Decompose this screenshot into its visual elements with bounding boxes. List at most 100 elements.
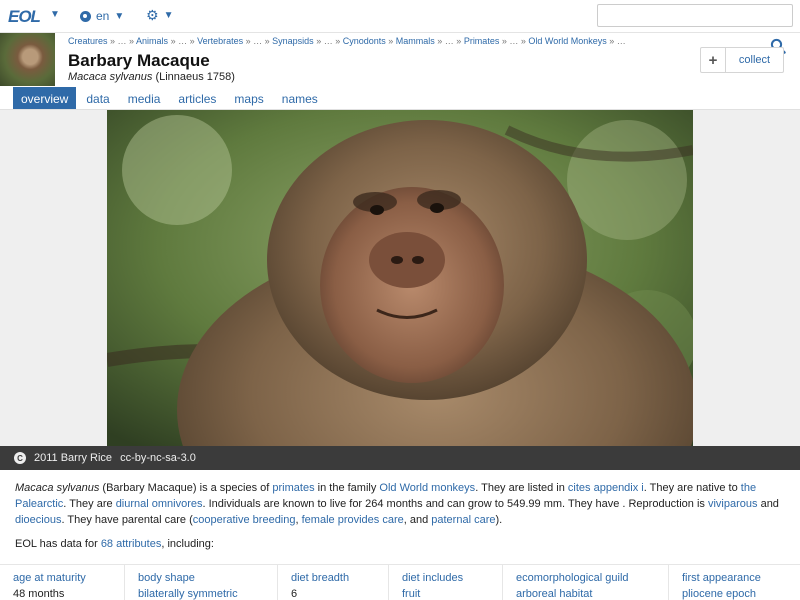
eol-logo[interactable]: EOL [8,7,41,27]
chevron-down-icon: ▼ [114,10,125,22]
breadcrumb-link[interactable]: Synapsids [272,36,314,46]
taxon-thumbnail[interactable] [0,33,55,86]
hero-image[interactable] [107,110,693,446]
link-primates[interactable]: primates [272,482,314,494]
tab-names[interactable]: names [274,87,326,110]
tab-data[interactable]: data [78,87,117,110]
link-old-world-monkeys[interactable]: Old World monkeys [379,482,475,494]
attribute-cell[interactable]: diet breadth 6 [278,565,389,600]
desc-text: (Barbary Macaque) is a species of [99,482,273,494]
logo-menu-dropdown[interactable]: ▼ [50,9,60,20]
link-viviparous[interactable]: viviparous [708,498,758,510]
attribute-value[interactable]: fruit [402,585,502,600]
attribute-value[interactable]: arboreal habitat [516,585,668,600]
scientific-name-binomial: Macaca sylvanus [68,71,153,83]
page-title: Barbary Macaque [68,51,210,70]
breadcrumb-link[interactable]: Creatures [68,36,108,46]
breadcrumb-link[interactable]: Animals [136,36,168,46]
breadcrumb-link[interactable]: Primates [464,36,500,46]
collect-button[interactable]: + collect [700,47,784,73]
chevron-down-icon: ▼ [163,9,174,21]
image-credit: 2011 Barry Rice [34,452,113,464]
desc-text: ). [495,514,503,526]
attribute-value: 48 months [13,588,65,600]
breadcrumb: Creatures » … » Animals » … » Vertebrate… [68,36,626,46]
attribute-key: age at maturity [13,572,86,584]
desc-text: and [757,498,779,510]
link-attributes[interactable]: 68 attributes [101,538,162,550]
search-input[interactable] [597,4,793,27]
attribute-cell[interactable]: first appearance pliocene epoch [669,565,800,600]
attribute-value[interactable]: bilaterally symmetric [138,585,277,600]
copyright-icon: C [14,452,26,464]
breadcrumb-separator: » [332,36,343,46]
attributes-summary-prefix: EOL has data for [15,538,101,550]
image-license[interactable]: cc-by-nc-sa-3.0 [120,452,196,464]
link-dioecious[interactable]: dioecious [15,514,61,526]
desc-text: . Individuals are known to live for 264 … [202,498,708,510]
breadcrumb-ellipsis[interactable]: … [253,36,262,46]
tab-media[interactable]: media [120,87,169,110]
breadcrumb-ellipsis[interactable]: … [509,36,518,46]
link-female-provides-care[interactable]: female provides care [302,514,404,526]
tab-overview[interactable]: overview [13,87,77,110]
attribute-value: 6 [291,588,298,600]
image-caption: C 2011 Barry Rice cc-by-nc-sa-3.0 [0,446,800,470]
attribute-cell[interactable]: body shape bilaterally symmetric [125,565,278,600]
link-cites-appendix[interactable]: cites appendix i [568,482,644,494]
scientific-name: Macaca sylvanus (Linnaeus 1758) [68,71,235,83]
breadcrumb-separator: » [499,36,510,46]
scientific-name-authority: (Linnaeus 1758) [155,71,235,83]
breadcrumb-separator: » [107,36,118,46]
desc-text: in the family [314,482,380,494]
link-paternal-care[interactable]: paternal care [431,514,495,526]
breadcrumb-separator: » [262,36,273,46]
attributes-strip: age at maturity 48 months body shape bil… [0,564,800,600]
attribute-key: ecomorphological guild [516,572,629,584]
breadcrumb-link[interactable]: Mammals [396,36,435,46]
page-tabs: overview data media articles maps names [13,87,328,110]
link-cooperative-breeding[interactable]: cooperative breeding [193,514,296,526]
breadcrumb-separator: » [187,36,198,46]
attribute-value[interactable]: pliocene epoch [682,585,800,600]
plus-icon: + [701,48,726,72]
breadcrumb-separator: » [168,36,179,46]
breadcrumb-separator: » [313,36,324,46]
chevron-down-icon: ▼ [50,9,60,20]
desc-scientific-name: Macaca sylvanus [15,482,100,494]
tab-articles[interactable]: articles [170,87,224,110]
settings-dropdown[interactable]: ⚙ ▼ [146,7,174,23]
breadcrumb-link[interactable]: Cynodonts [343,36,386,46]
desc-text: . They are listed in [475,482,568,494]
breadcrumb-separator: » [453,36,464,46]
breadcrumb-separator: » [606,36,617,46]
breadcrumb-ellipsis[interactable]: … [324,36,333,46]
link-diurnal-omnivores[interactable]: diurnal omnivores [116,498,203,510]
attributes-summary: EOL has data for 68 attributes, includin… [15,538,214,550]
breadcrumb-separator: » [385,36,396,46]
breadcrumb-ellipsis[interactable]: … [178,36,187,46]
breadcrumb-ellipsis[interactable]: … [617,36,626,46]
attribute-key: diet breadth [291,572,350,584]
language-label: en [96,9,110,23]
language-dropdown[interactable]: en ▼ [80,9,124,23]
macaque-photo [107,110,693,446]
top-bar: EOL ▼ en ▼ ⚙ ▼ [0,0,800,33]
attribute-cell[interactable]: ecomorphological guild arboreal habitat [503,565,669,600]
attributes-summary-suffix: , including: [161,538,214,550]
attribute-key: body shape [138,572,195,584]
breadcrumb-link[interactable]: Old World Monkeys [528,36,606,46]
breadcrumb-ellipsis[interactable]: … [118,36,127,46]
gear-icon: ⚙ [146,7,159,23]
desc-text: . They are [63,498,116,510]
taxon-description: Macaca sylvanus (Barbary Macaque) is a s… [15,480,787,528]
tab-maps[interactable]: maps [226,87,271,110]
breadcrumb-separator: » [434,36,445,46]
breadcrumb-ellipsis[interactable]: … [445,36,454,46]
attribute-cell[interactable]: diet includes fruit [389,565,503,600]
breadcrumb-separator: » [243,36,254,46]
collect-label: collect [738,54,771,66]
attribute-cell[interactable]: age at maturity 48 months [0,565,125,600]
attribute-key: first appearance [682,572,761,584]
breadcrumb-link[interactable]: Vertebrates [197,36,243,46]
